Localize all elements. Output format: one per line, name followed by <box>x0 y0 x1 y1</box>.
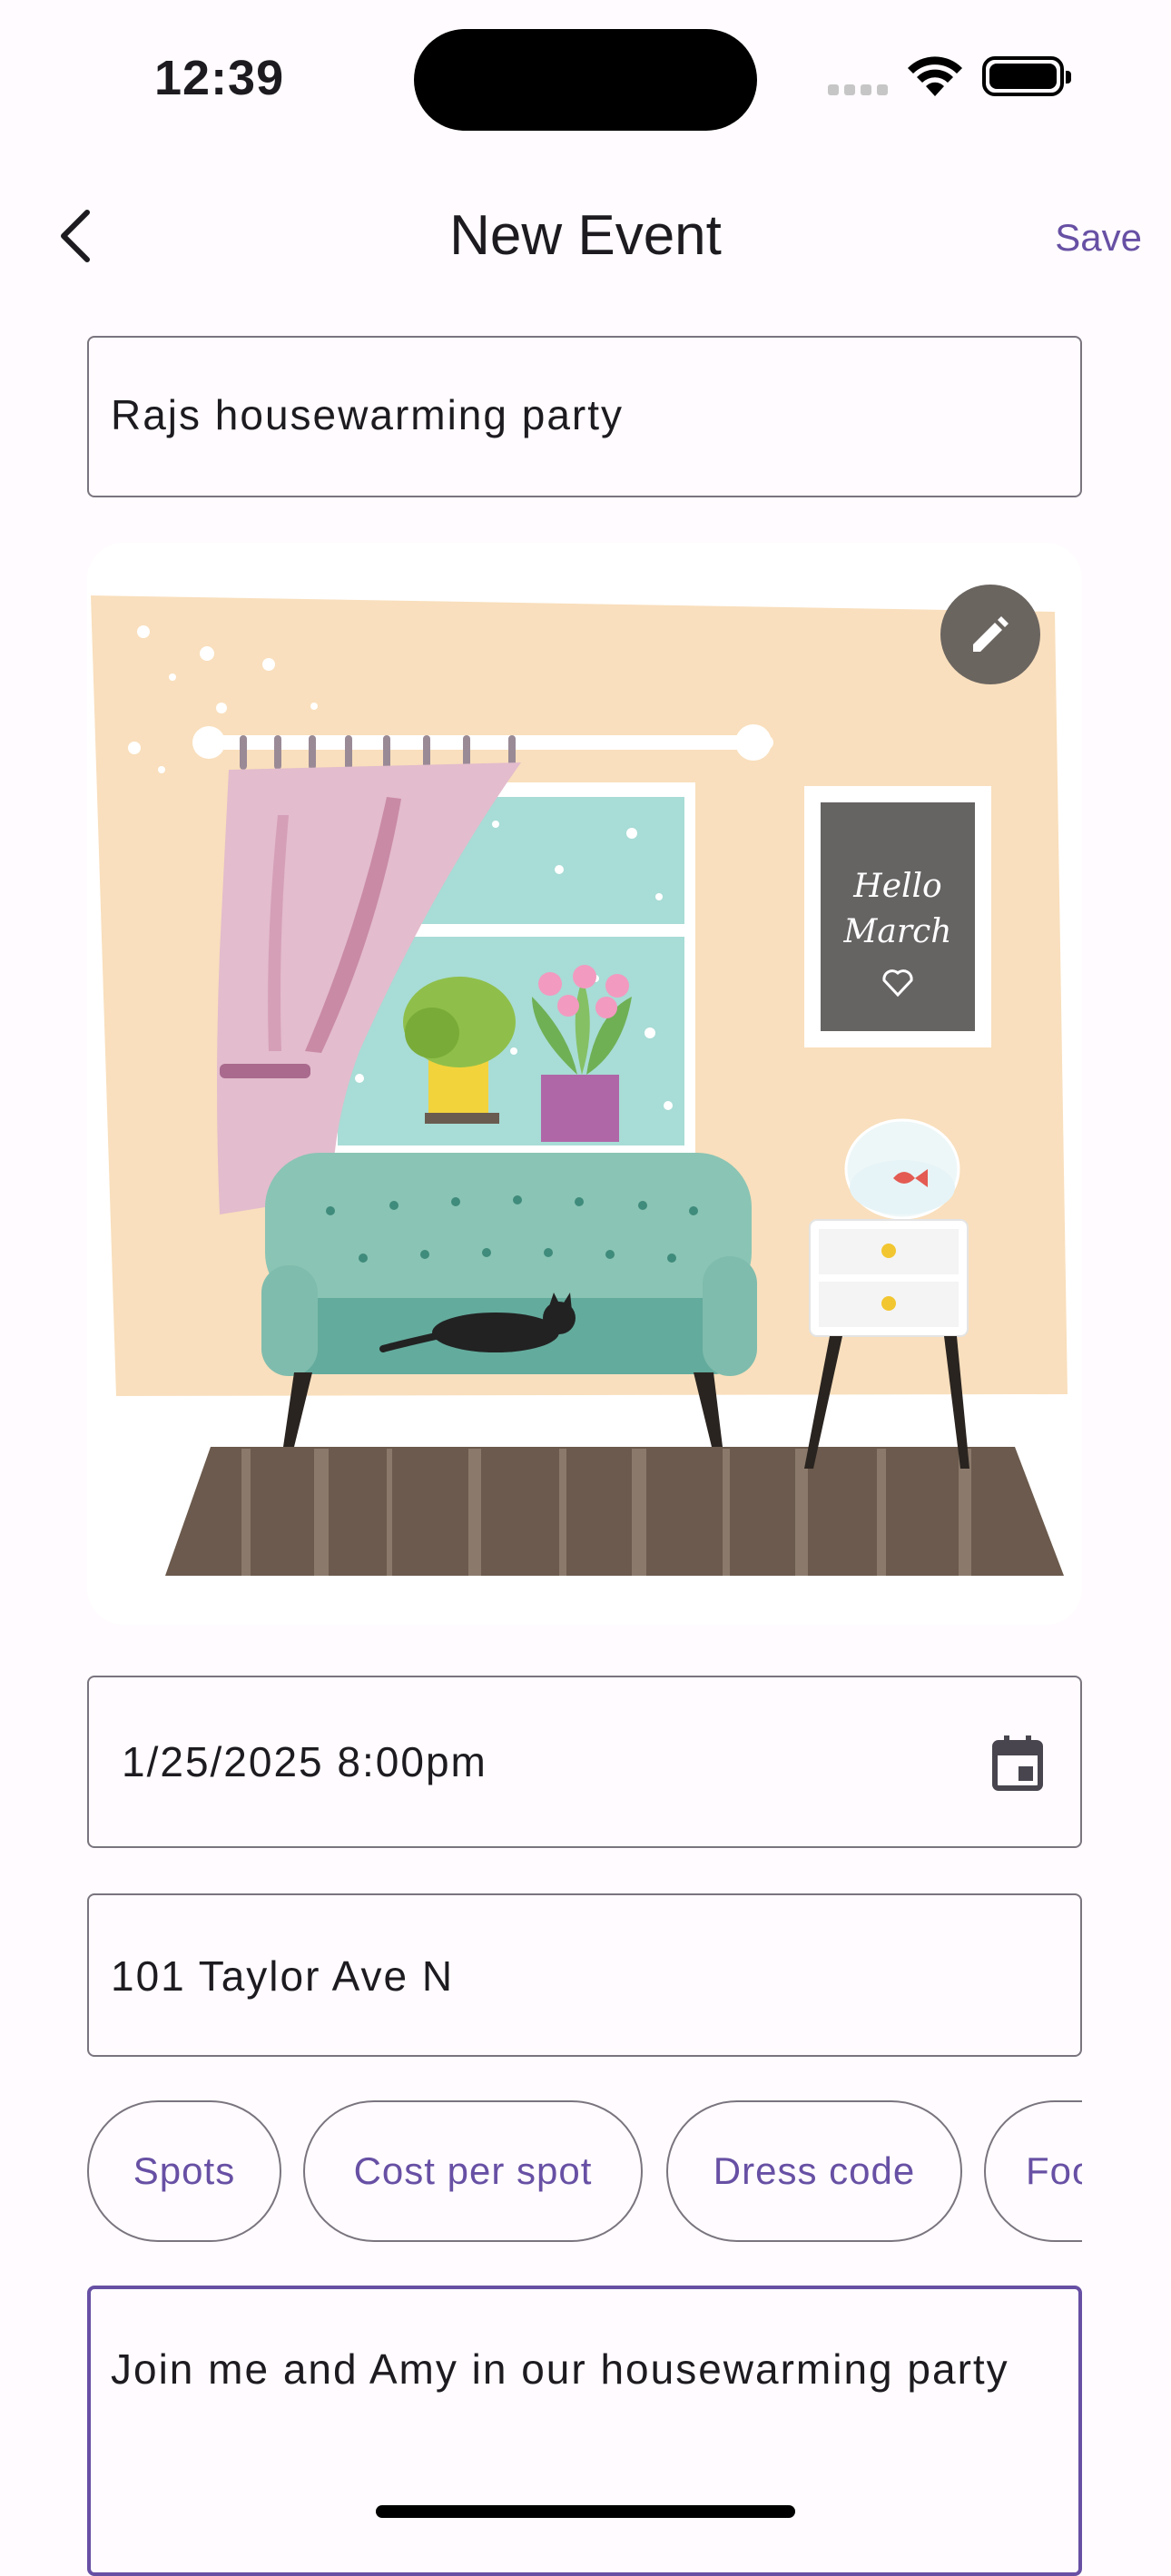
calendar-icon[interactable] <box>989 1734 1046 1794</box>
event-title-value: Rajs housewarming party <box>111 391 625 438</box>
battery-icon <box>982 56 1071 96</box>
cover-image[interactable]: Hello March <box>87 543 1082 1625</box>
event-title-field[interactable]: Rajs housewarming party <box>87 336 1082 497</box>
description-field[interactable]: Join me and Amy in our housewarming part… <box>87 2286 1082 2576</box>
chip-food[interactable]: Food <box>984 2100 1082 2242</box>
location-value: 101 Taylor Ave N <box>111 1952 455 2000</box>
wifi-icon <box>908 56 962 96</box>
chip-cost-per-spot[interactable]: Cost per spot <box>303 2100 643 2242</box>
chip-dress-code[interactable]: Dress code <box>666 2100 962 2242</box>
pencil-icon <box>973 616 1009 652</box>
top-app-bar: New Event Save <box>0 182 1171 290</box>
edit-image-button[interactable] <box>940 585 1040 684</box>
date-time-value: 1/25/2025 8:00pm <box>122 1738 487 1785</box>
location-field[interactable]: 101 Taylor Ave N <box>87 1893 1082 2057</box>
chip-spots[interactable]: Spots <box>87 2100 281 2242</box>
attribute-chips-row: Spots Cost per spot Dress code Food <box>87 2100 1082 2246</box>
poster-text-line2: March <box>843 913 952 950</box>
date-time-field[interactable]: 1/25/2025 8:00pm <box>87 1676 1082 1848</box>
poster-text-line1: Hello <box>852 868 941 905</box>
cellular-signal-icon <box>828 84 893 96</box>
housewarming-illustration: Hello March <box>87 543 1082 1625</box>
description-value: Join me and Amy in our housewarming part… <box>111 2345 1009 2393</box>
status-bar: 12:39 <box>0 0 1171 154</box>
status-time: 12:39 <box>154 51 285 105</box>
page-title: New Event <box>449 204 722 267</box>
save-button[interactable]: Save <box>1055 216 1142 260</box>
dynamic-island <box>414 29 757 131</box>
home-indicator[interactable] <box>376 2505 795 2518</box>
